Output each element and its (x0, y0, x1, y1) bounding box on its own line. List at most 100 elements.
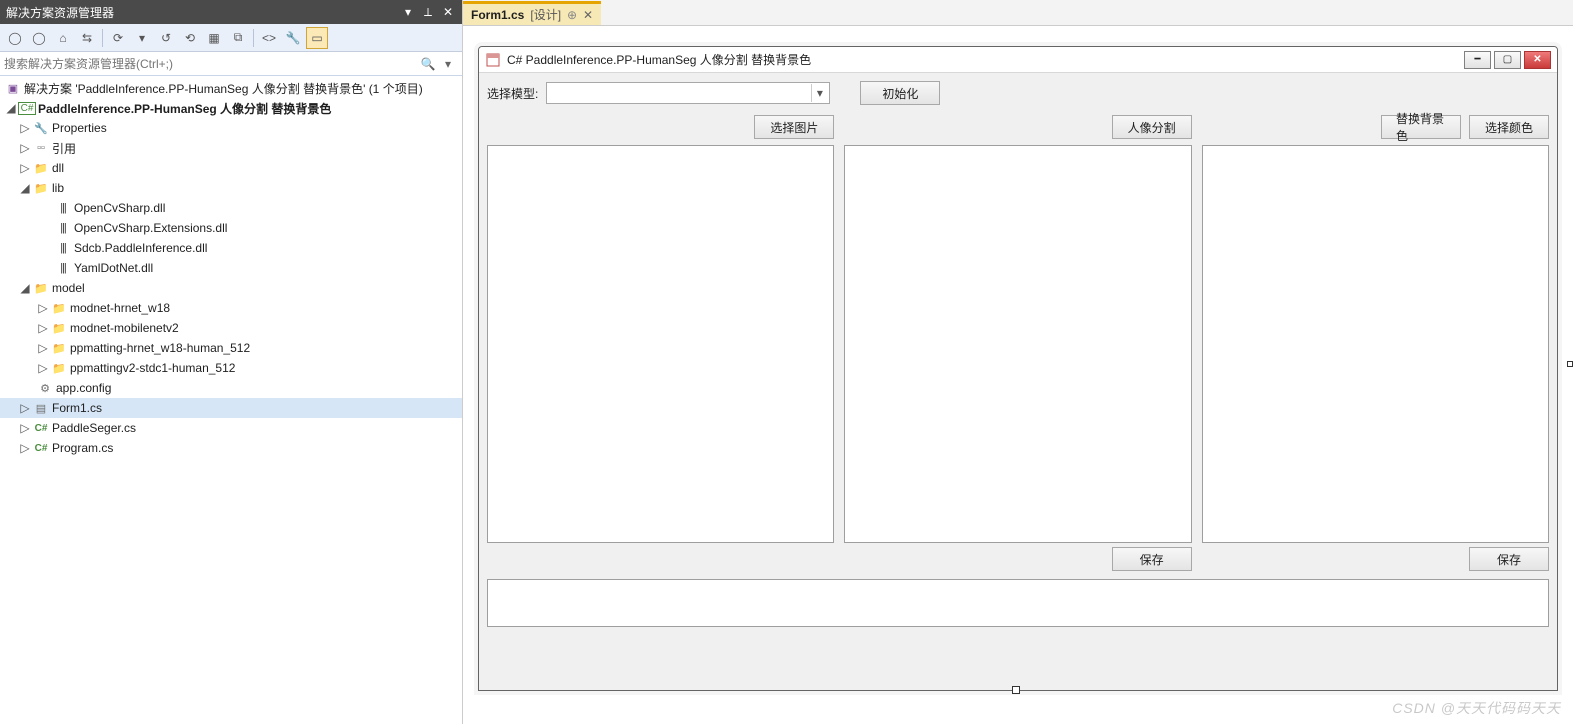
folder-node[interactable]: ▷📁ppmatting-hrnet_w18-human_512 (0, 338, 462, 358)
search-input[interactable] (4, 57, 418, 71)
file-label: Form1.cs (50, 401, 102, 415)
replace-bg-button[interactable]: 替换背景色 (1381, 115, 1461, 139)
search-dropdown-icon[interactable]: ▾ (438, 57, 458, 71)
image-panel-1[interactable] (487, 145, 834, 543)
close-button[interactable]: ✕ (1524, 51, 1551, 69)
dll-icon: ||| (54, 202, 72, 214)
init-button[interactable]: 初始化 (860, 81, 940, 105)
file-label: OpenCvSharp.Extensions.dll (72, 221, 227, 235)
select-color-button[interactable]: 选择颜色 (1469, 115, 1549, 139)
file-label: YamlDotNet.dll (72, 261, 153, 275)
resize-handle-icon[interactable] (1567, 361, 1573, 367)
tab-pin-icon[interactable]: ⊕ (567, 8, 577, 22)
folder-icon: 📁 (50, 302, 68, 315)
resize-handle-icon[interactable] (1012, 686, 1020, 694)
file-node[interactable]: ▷C#Program.cs (0, 438, 462, 458)
chevron-down-icon: ▾ (811, 84, 827, 102)
file-node-form1[interactable]: ▷▤Form1.cs (0, 398, 462, 418)
panel-close-icon[interactable]: ✕ (440, 4, 456, 20)
file-label: PaddleSeger.cs (50, 421, 136, 435)
model-select-row: 选择模型: ▾ 初始化 (487, 81, 1549, 105)
expander-icon[interactable]: ▷ (18, 161, 32, 175)
forward-icon[interactable]: ◯ (28, 27, 50, 49)
dropdown-icon[interactable]: ▾ (131, 27, 153, 49)
dll-icon: ||| (54, 222, 72, 234)
search-row: 🔍 ▾ (0, 52, 462, 76)
tab-suffix: [设计] (530, 6, 561, 23)
showall-icon[interactable]: ▦ (203, 27, 225, 49)
file-node[interactable]: ▷C#PaddleSeger.cs (0, 418, 462, 438)
separator (253, 29, 254, 47)
watermark-text: CSDN @天天代码码天天 (1392, 698, 1561, 718)
folder-icon: 📁 (32, 162, 50, 175)
maximize-button[interactable]: ▢ (1494, 51, 1521, 69)
window-title: C# PaddleInference.PP-HumanSeg 人像分割 替换背景… (507, 51, 1461, 68)
save-button-2[interactable]: 保存 (1469, 547, 1549, 571)
designer-surface[interactable]: C# PaddleInference.PP-HumanSeg 人像分割 替换背景… (463, 26, 1573, 724)
expander-icon[interactable]: ▷ (18, 141, 32, 155)
folder-node[interactable]: ▷📁ppmattingv2-stdc1-human_512 (0, 358, 462, 378)
file-node[interactable]: |||YamlDotNet.dll (0, 258, 462, 278)
folder-node[interactable]: ▷📁modnet-mobilenetv2 (0, 318, 462, 338)
project-node[interactable]: ◢ C# PaddleInference.PP-HumanSeg 人像分割 替换… (0, 98, 462, 118)
human-seg-button[interactable]: 人像分割 (1112, 115, 1192, 139)
model-folder-node[interactable]: ◢ 📁 model (0, 278, 462, 298)
minimize-button[interactable]: ━ (1464, 51, 1491, 69)
tab-strip: Form1.cs [设计] ⊕ ✕ (463, 0, 1573, 26)
expander-icon[interactable]: ▷ (36, 361, 50, 375)
sync-icon[interactable]: ⇆ (76, 27, 98, 49)
folder-label: ppmatting-hrnet_w18-human_512 (68, 341, 250, 355)
solution-node[interactable]: ▣ 解决方案 'PaddleInference.PP-HumanSeg 人像分割… (0, 78, 462, 98)
expander-icon[interactable]: ◢ (18, 281, 32, 295)
model-combobox[interactable]: ▾ (546, 82, 830, 104)
code-icon[interactable]: <> (258, 27, 280, 49)
file-node[interactable]: ⚙app.config (0, 378, 462, 398)
refresh-icon[interactable]: ⟲ (179, 27, 201, 49)
folder-node[interactable]: ▷📁modnet-hrnet_w18 (0, 298, 462, 318)
log-panel[interactable] (487, 579, 1549, 627)
window-titlebar: C# PaddleInference.PP-HumanSeg 人像分割 替换背景… (479, 47, 1557, 73)
select-model-label: 选择模型: (487, 85, 538, 102)
expander-icon[interactable]: ▷ (18, 421, 32, 435)
collapse-icon[interactable]: ⟳ (107, 27, 129, 49)
expander-icon[interactable]: ▷ (36, 341, 50, 355)
properties-label: Properties (50, 121, 107, 135)
back-icon[interactable]: ◯ (4, 27, 26, 49)
references-node[interactable]: ▷ ▫▫ 引用 (0, 138, 462, 158)
file-node[interactable]: |||OpenCvSharp.dll (0, 198, 462, 218)
image-panel-3[interactable] (1202, 145, 1549, 543)
project-icon: C# (18, 102, 36, 115)
expander-icon[interactable]: ▷ (36, 301, 50, 315)
expander-icon[interactable]: ◢ (18, 181, 32, 195)
winforms-window[interactable]: C# PaddleInference.PP-HumanSeg 人像分割 替换背景… (478, 46, 1558, 691)
file-node[interactable]: |||OpenCvSharp.Extensions.dll (0, 218, 462, 238)
tab-close-icon[interactable]: ✕ (583, 8, 593, 22)
expander-icon[interactable]: ▷ (18, 401, 32, 415)
dll-folder-node[interactable]: ▷ 📁 dll (0, 158, 462, 178)
lib-folder-node[interactable]: ◢ 📁 lib (0, 178, 462, 198)
expander-icon[interactable]: ▷ (18, 121, 32, 135)
select-image-button[interactable]: 选择图片 (754, 115, 834, 139)
folder-label: modnet-hrnet_w18 (68, 301, 170, 315)
search-icon[interactable]: 🔍 (418, 57, 438, 71)
undo-icon[interactable]: ↺ (155, 27, 177, 49)
home-icon[interactable]: ⌂ (52, 27, 74, 49)
copy-icon[interactable]: ⧉ (227, 27, 249, 49)
cs-icon: C# (32, 423, 50, 434)
wrench-icon[interactable]: 🔧 (282, 27, 304, 49)
properties-icon[interactable]: ▭ (306, 27, 328, 49)
expander-icon[interactable]: ◢ (4, 101, 18, 115)
folder-icon: 📁 (50, 342, 68, 355)
expander-icon[interactable]: ▷ (36, 321, 50, 335)
save-button-1[interactable]: 保存 (1112, 547, 1192, 571)
panel-pin-icon[interactable]: ⟂ (420, 4, 436, 20)
expander-icon[interactable]: ▷ (18, 441, 32, 455)
image-panel-2[interactable] (844, 145, 1191, 543)
solution-tree: ▣ 解决方案 'PaddleInference.PP-HumanSeg 人像分割… (0, 76, 462, 724)
panel-menu-icon[interactable]: ▾ (400, 4, 416, 20)
properties-node[interactable]: ▷ 🔧 Properties (0, 118, 462, 138)
tab-name: Form1.cs (471, 8, 524, 22)
tab-form1-design[interactable]: Form1.cs [设计] ⊕ ✕ (463, 1, 601, 25)
model-folder-label: model (50, 281, 85, 295)
file-node[interactable]: |||Sdcb.PaddleInference.dll (0, 238, 462, 258)
